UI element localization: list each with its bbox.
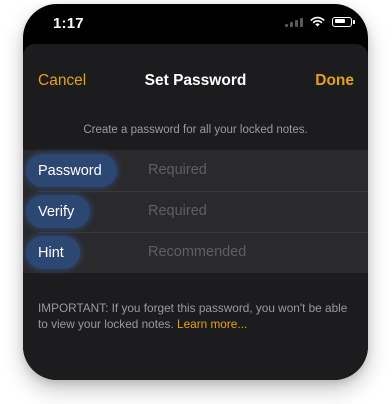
phone-frame: 1:17 Cancel Set Password Done Create a p… bbox=[23, 4, 368, 380]
hint-field[interactable] bbox=[148, 244, 348, 260]
battery-icon bbox=[332, 16, 355, 27]
status-time: 1:17 bbox=[53, 15, 84, 32]
hint-label: Hint bbox=[38, 245, 64, 261]
status-icons bbox=[285, 16, 355, 27]
wifi-icon bbox=[310, 16, 325, 27]
done-button[interactable]: Done bbox=[315, 72, 354, 90]
password-label: Password bbox=[38, 163, 102, 179]
instruction-text: Create a password for all your locked no… bbox=[83, 124, 308, 136]
verify-label: Verify bbox=[38, 204, 75, 220]
password-row: Password bbox=[23, 150, 368, 191]
status-bar: 1:17 bbox=[23, 4, 368, 44]
hint-row: Hint bbox=[23, 232, 368, 273]
learn-more-link[interactable]: Learn more... bbox=[177, 317, 247, 331]
password-field[interactable] bbox=[148, 162, 348, 178]
verify-field[interactable] bbox=[148, 203, 348, 219]
password-form: Password Verify Hint bbox=[23, 150, 368, 273]
set-password-sheet: Cancel Set Password Done Create a passwo… bbox=[23, 44, 368, 380]
verify-row: Verify bbox=[23, 191, 368, 232]
important-notice: IMPORTANT: If you forget this password, … bbox=[38, 300, 350, 332]
signal-icon bbox=[285, 17, 303, 27]
nav-bar: Cancel Set Password Done bbox=[23, 44, 368, 116]
